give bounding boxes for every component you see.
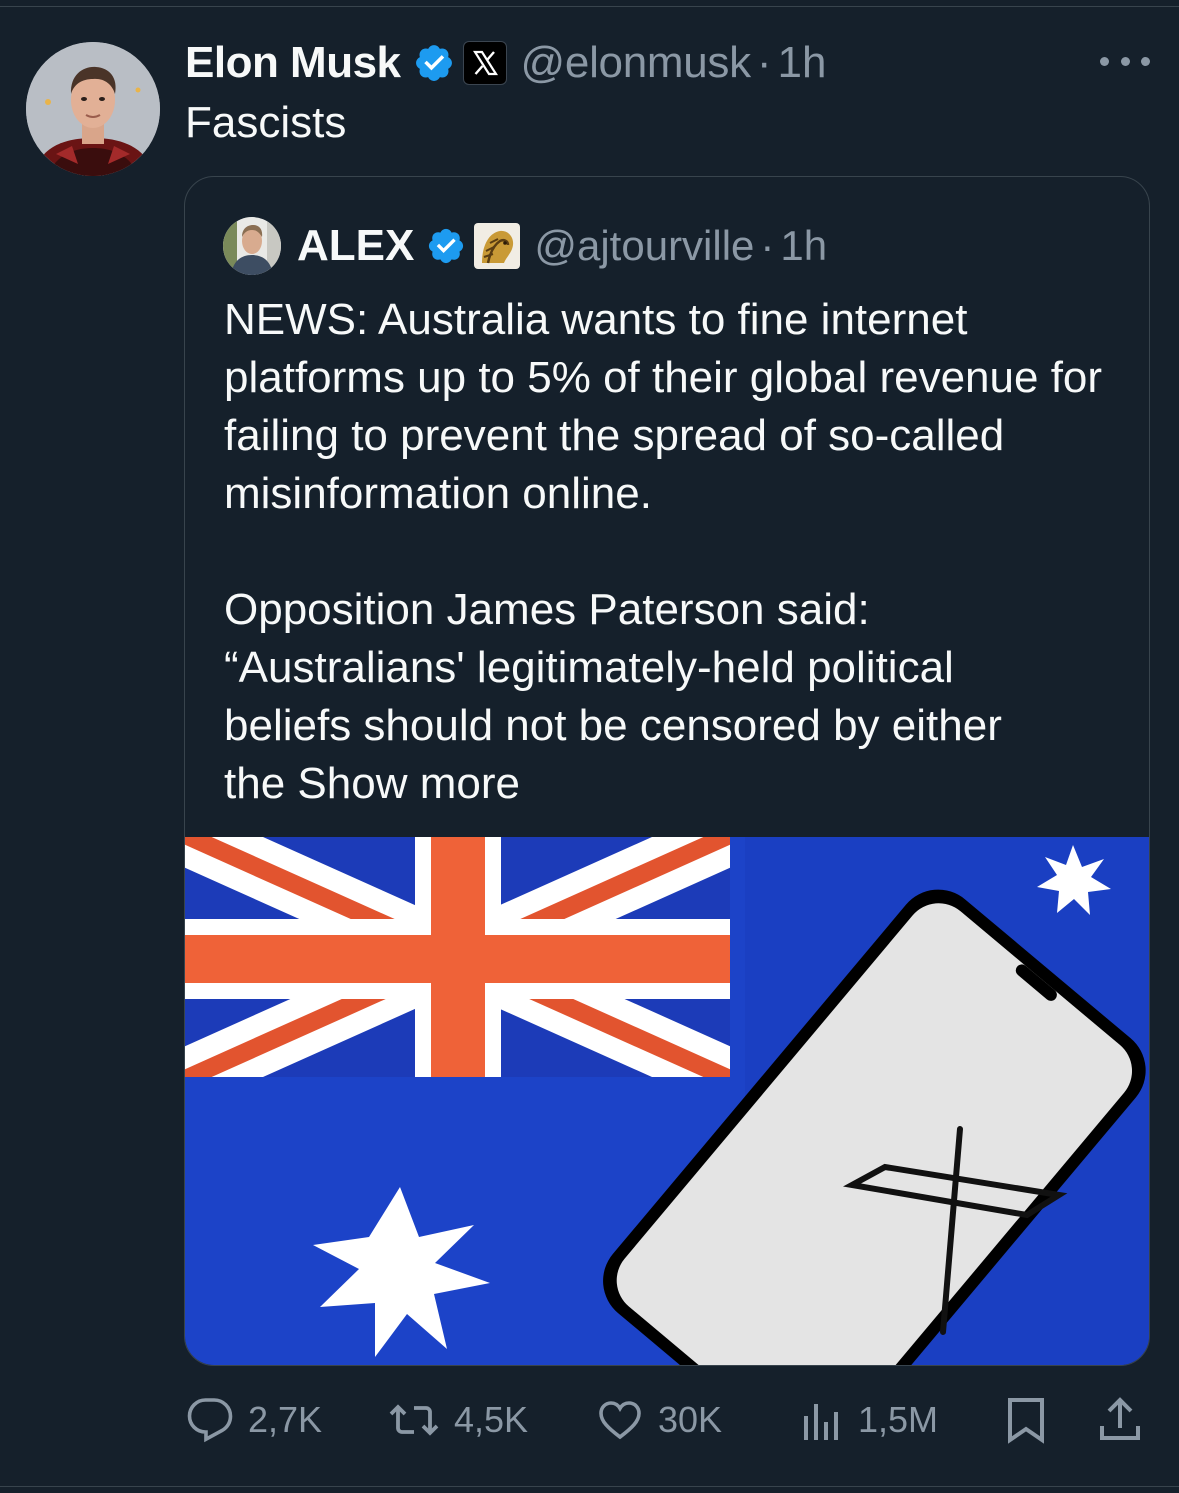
heart-icon bbox=[599, 1401, 641, 1440]
quoted-author-handle[interactable]: @ajtourville bbox=[534, 222, 754, 270]
show-more-link[interactable]: Show more bbox=[297, 759, 520, 808]
views-count: 1,5M bbox=[858, 1399, 939, 1440]
post-time[interactable]: 1h bbox=[777, 38, 826, 88]
author-name[interactable]: Elon Musk bbox=[185, 38, 401, 88]
verified-badge-icon[interactable] bbox=[413, 42, 455, 84]
author-avatar[interactable] bbox=[26, 42, 160, 176]
separator-dot: · bbox=[756, 38, 772, 87]
action-bar: 2,7K 4,5K 30K 1,5M bbox=[186, 1392, 1146, 1448]
bookmark-icon bbox=[1008, 1398, 1044, 1444]
more-dots-icon bbox=[1100, 56, 1109, 66]
views-chart-icon bbox=[804, 1404, 838, 1440]
quoted-paragraph-2-line-3: beliefs should not be censored by either bbox=[224, 701, 1002, 750]
post-text: Fascists bbox=[185, 98, 347, 147]
quoted-paragraph-1: NEWS: Australia wants to fine internet p… bbox=[224, 295, 1103, 518]
like-button[interactable]: 30K bbox=[596, 1392, 722, 1448]
author-handle[interactable]: @elonmusk bbox=[521, 38, 752, 88]
repost-count: 4,5K bbox=[454, 1399, 529, 1440]
views-button[interactable]: 1,5M bbox=[800, 1392, 938, 1448]
separator-dot: · bbox=[760, 222, 775, 269]
quoted-post-text: NEWS: Australia wants to fine internet p… bbox=[224, 291, 1124, 813]
quoted-post-time[interactable]: 1h bbox=[780, 222, 827, 270]
quoted-author-avatar[interactable] bbox=[223, 217, 281, 275]
lion-logo-icon[interactable] bbox=[474, 223, 521, 269]
share-button[interactable] bbox=[1098, 1392, 1142, 1448]
quoted-paragraph-2-line-1: Opposition James Paterson said: bbox=[224, 585, 870, 634]
quoted-post-image[interactable] bbox=[185, 837, 1149, 1365]
reply-button[interactable]: 2,7K bbox=[186, 1392, 322, 1448]
repost-button[interactable]: 4,5K bbox=[388, 1392, 528, 1448]
repost-icon bbox=[389, 1404, 439, 1436]
reply-count: 2,7K bbox=[248, 1399, 323, 1440]
quoted-paragraph-2-line-4: the Show more bbox=[224, 755, 1124, 813]
top-divider bbox=[0, 0, 1179, 7]
post-header: Elon Musk @elonmusk · 1h bbox=[185, 36, 826, 90]
x-logo-icon[interactable] bbox=[462, 41, 507, 85]
reply-icon bbox=[187, 1398, 233, 1443]
share-icon bbox=[1100, 1397, 1140, 1440]
quoted-author-name[interactable]: ALEX bbox=[297, 221, 414, 271]
like-count: 30K bbox=[658, 1399, 723, 1440]
quoted-post[interactable]: ALEX @ajtourville · 1h NEWS: Australia w… bbox=[184, 176, 1150, 1366]
quoted-post-header: ALEX @ajtourville · 1h bbox=[223, 217, 827, 275]
quoted-paragraph-2-line-2: “Australians' legitimately-held politica… bbox=[224, 643, 954, 692]
quoted-paragraph-2-tail: the bbox=[224, 759, 286, 808]
more-options-button[interactable] bbox=[1100, 46, 1150, 76]
bookmark-button[interactable] bbox=[1004, 1392, 1048, 1448]
verified-badge-icon[interactable] bbox=[426, 226, 466, 266]
